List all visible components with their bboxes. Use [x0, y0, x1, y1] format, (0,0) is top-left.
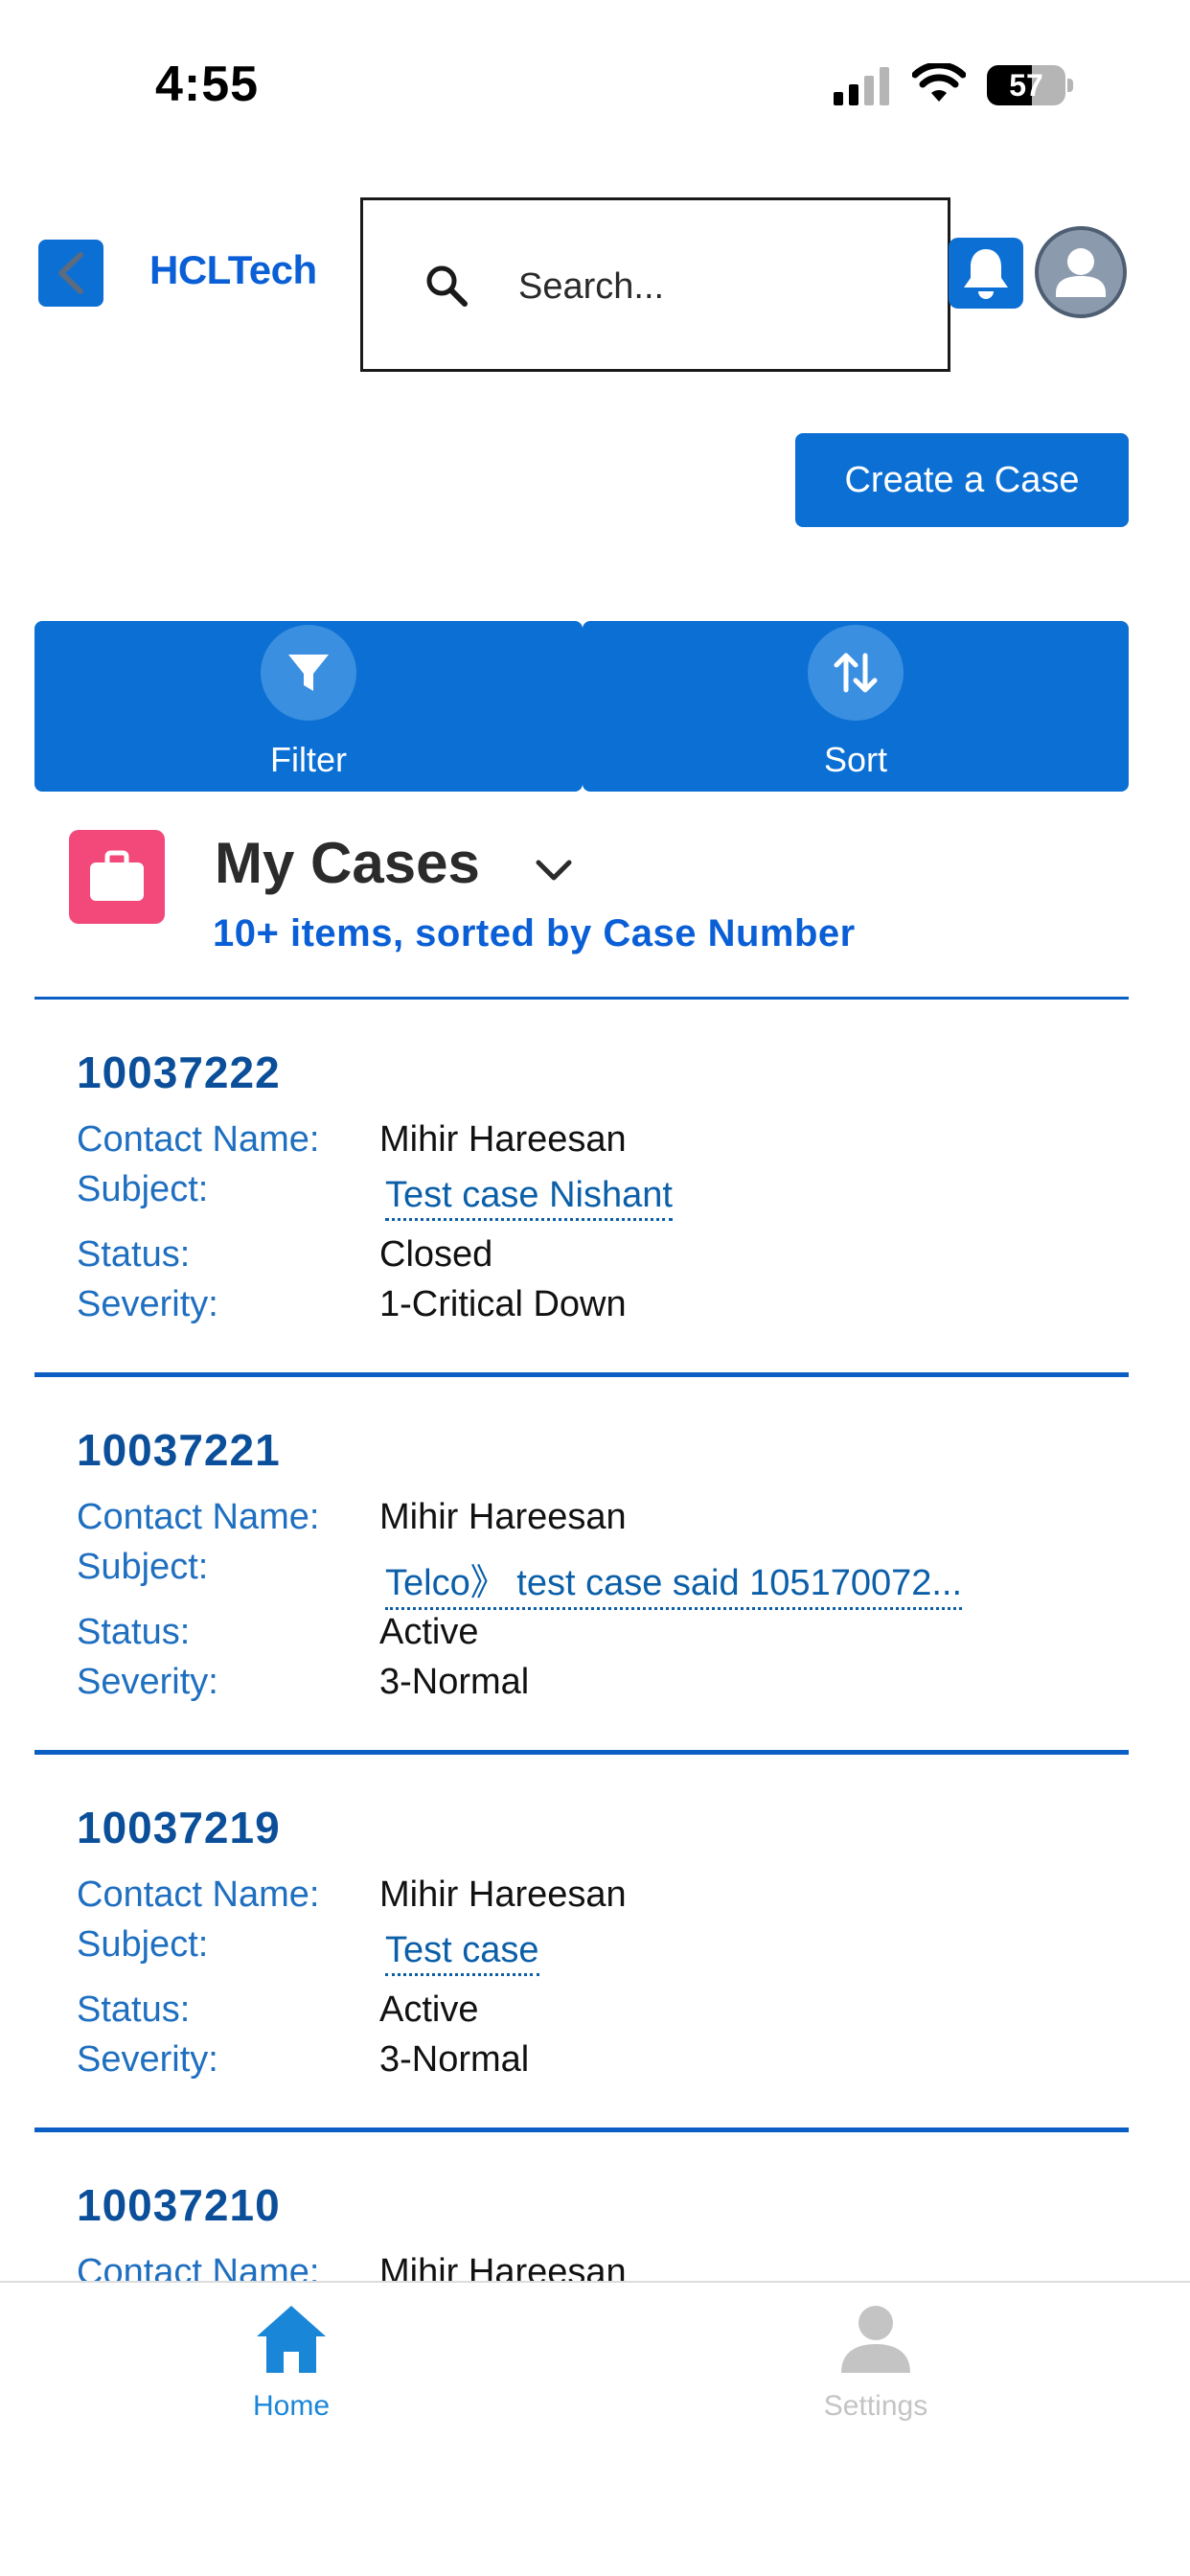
tab-home-label: Home	[252, 2390, 331, 2422]
case-list-item[interactable]: 10037221 Contact Name: Mihir Hareesan Su…	[34, 1378, 1129, 1758]
contact-name-value: Mihir Hareesan	[379, 1497, 627, 1537]
case-list-item[interactable]: 10037219 Contact Name: Mihir Hareesan Su…	[34, 1756, 1129, 2135]
subject-link[interactable]: Test case Nishant	[385, 1175, 673, 1221]
cellular-signal-icon	[834, 67, 889, 105]
case-number[interactable]: 10037219	[77, 1802, 281, 1853]
status-label: Status:	[77, 1990, 191, 2030]
sort-button[interactable]: Sort	[583, 621, 1129, 792]
list-subtitle: 10+ items, sorted by Case Number	[213, 912, 856, 954]
tab-settings[interactable]: Settings	[732, 2300, 1019, 2444]
severity-label: Severity:	[77, 1284, 218, 1324]
notifications-button[interactable]	[949, 238, 1023, 309]
bell-icon	[964, 249, 1008, 299]
subject-label: Subject:	[77, 1169, 209, 1209]
search-icon	[426, 265, 468, 307]
sort-label: Sort	[823, 740, 888, 779]
status-time: 4:55	[155, 57, 260, 112]
sort-arrows-icon	[834, 653, 878, 693]
hcltech-logo: HCLTech	[149, 247, 317, 292]
filter-icon	[288, 655, 329, 691]
contact-name-label: Contact Name:	[77, 1497, 320, 1537]
list-divider	[34, 997, 1129, 1000]
battery-icon: 57	[987, 65, 1065, 105]
case-number[interactable]: 10037210	[77, 2179, 281, 2231]
subject-link[interactable]: Test case	[385, 1930, 539, 1976]
contact-name-label: Contact Name:	[77, 1874, 320, 1915]
subject-label: Subject:	[77, 1547, 209, 1587]
contact-name-value: Mihir Hareesan	[379, 1874, 627, 1915]
user-icon	[1056, 248, 1106, 297]
contact-name-label: Contact Name:	[77, 1119, 320, 1160]
severity-label: Severity:	[77, 2039, 218, 2080]
severity-label: Severity:	[77, 1662, 218, 1702]
status-bar: 4:55 57	[0, 0, 1190, 163]
case-number[interactable]: 10037221	[77, 1424, 281, 1476]
status-value: Closed	[379, 1234, 493, 1275]
create-case-button[interactable]: Create a Case	[795, 433, 1129, 527]
case-list-item[interactable]: 10037222 Contact Name: Mihir Hareesan Su…	[34, 1000, 1129, 1380]
case-number[interactable]: 10037222	[77, 1046, 281, 1098]
status-value: Active	[379, 1990, 479, 2030]
battery-tip	[1067, 79, 1073, 92]
avatar[interactable]	[1035, 226, 1127, 318]
back-button[interactable]	[38, 240, 103, 307]
filter-label: Filter	[270, 740, 347, 779]
filter-button[interactable]: Filter	[34, 621, 583, 792]
contact-name-value: Mihir Hareesan	[379, 1119, 627, 1160]
severity-value: 3-Normal	[379, 1662, 530, 1702]
tab-settings-label: Settings	[823, 2390, 928, 2422]
wifi-icon	[912, 63, 966, 102]
search-input[interactable]	[518, 250, 921, 323]
briefcase-icon	[90, 850, 144, 901]
status-label: Status:	[77, 1612, 191, 1652]
status-value: Active	[379, 1612, 479, 1652]
severity-value: 1-Critical Down	[379, 1284, 627, 1324]
home-icon	[257, 2306, 326, 2373]
search-box[interactable]	[360, 197, 950, 372]
person-icon	[841, 2306, 910, 2373]
my-cases-icon	[69, 830, 165, 924]
severity-value: 3-Normal	[379, 2039, 530, 2080]
tab-home[interactable]: Home	[148, 2300, 435, 2444]
filter-icon-circle	[261, 625, 356, 721]
subject-link[interactable]: Telco》 test case said 105170072...	[385, 1552, 963, 1610]
bottom-tab-bar: Home Settings	[0, 2281, 1190, 2576]
status-label: Status:	[77, 1234, 191, 1275]
subject-label: Subject:	[77, 1924, 209, 1965]
chevron-down-icon[interactable]	[533, 855, 575, 886]
chevron-left-icon	[58, 252, 83, 294]
sort-icon-circle	[808, 625, 904, 721]
battery-level: 57	[1009, 68, 1043, 103]
list-title[interactable]: My Cases	[215, 830, 480, 896]
